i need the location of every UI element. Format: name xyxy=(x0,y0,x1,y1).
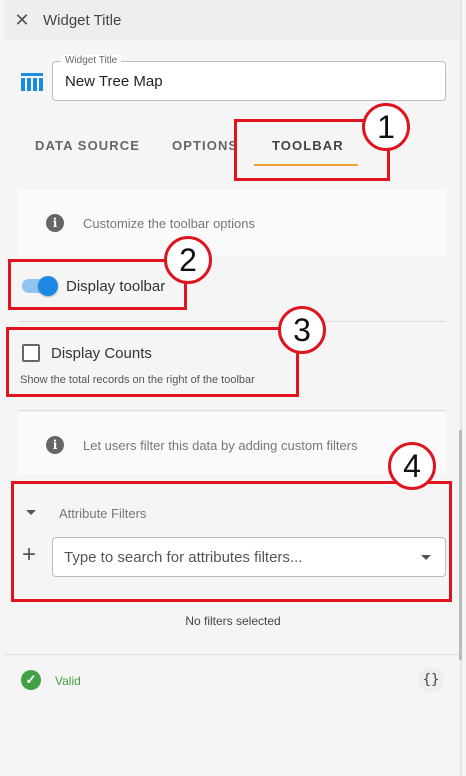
annotation-number-4: 4 xyxy=(388,442,436,490)
info-icon: i xyxy=(46,436,64,454)
toolbar-info-card: i Customize the toolbar options xyxy=(18,190,446,256)
annotation-box-4 xyxy=(11,481,452,602)
footer-divider xyxy=(4,654,462,655)
widget-title-field[interactable]: Widget Title New Tree Map xyxy=(52,55,446,101)
widget-title-legend: Widget Title xyxy=(61,55,122,66)
toolbar-info-text: Customize the toolbar options xyxy=(83,216,255,231)
annotation-box-3 xyxy=(6,327,299,397)
scrollbar-thumb[interactable] xyxy=(459,430,462,660)
filters-info-text: Let users filter this data by adding cus… xyxy=(83,438,358,453)
tab-data-source[interactable]: DATA SOURCE xyxy=(35,138,140,153)
treemap-icon xyxy=(21,73,43,91)
check-circle-icon: ✓ xyxy=(21,670,41,690)
json-editor-button[interactable]: {} xyxy=(418,667,444,693)
validation-status: Valid xyxy=(55,674,81,688)
close-icon[interactable]: ✕ xyxy=(10,8,34,32)
divider xyxy=(18,321,446,322)
annotation-box-2 xyxy=(8,259,187,310)
info-icon: i xyxy=(46,214,64,232)
annotation-number-2: 2 xyxy=(164,236,212,284)
tab-options[interactable]: OPTIONS xyxy=(172,138,238,153)
widget-title-value[interactable]: New Tree Map xyxy=(65,73,163,90)
filters-info-card: i Let users filter this data by adding c… xyxy=(18,412,446,474)
divider xyxy=(18,410,446,411)
header-title: Widget Title xyxy=(43,11,122,29)
panel-header: ✕ Widget Title xyxy=(4,0,462,40)
no-filters-message: No filters selected xyxy=(185,614,281,628)
annotation-number-1: 1 xyxy=(362,103,410,151)
annotation-number-3: 3 xyxy=(278,306,326,354)
